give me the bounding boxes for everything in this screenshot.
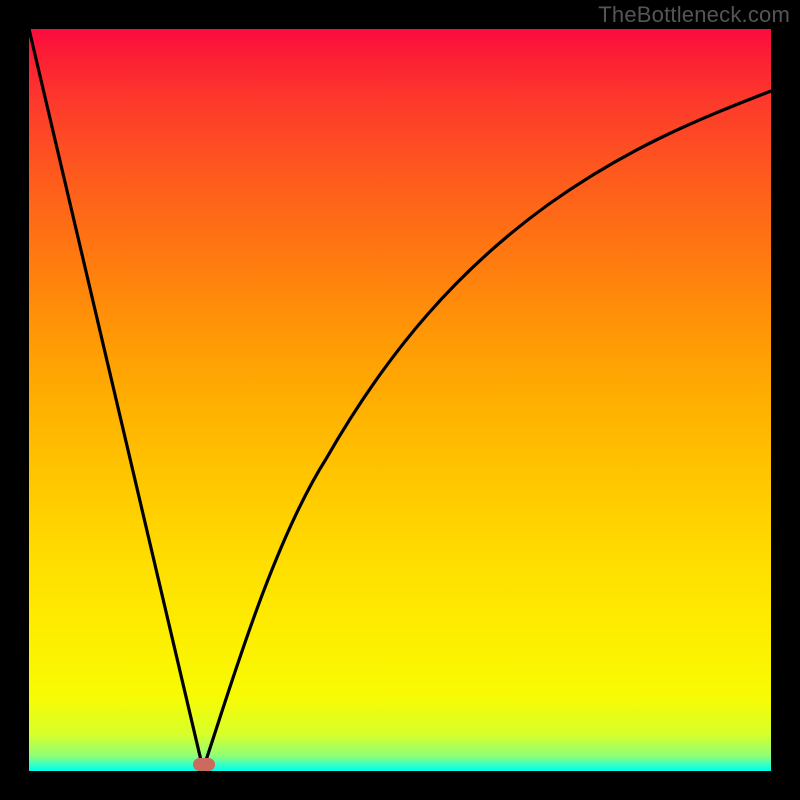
chart-frame: TheBottleneck.com [0,0,800,800]
bottleneck-curve [29,29,771,771]
optimal-marker [193,758,215,771]
plot-area [29,29,771,771]
watermark-text: TheBottleneck.com [598,2,790,28]
curve-path [29,29,771,769]
